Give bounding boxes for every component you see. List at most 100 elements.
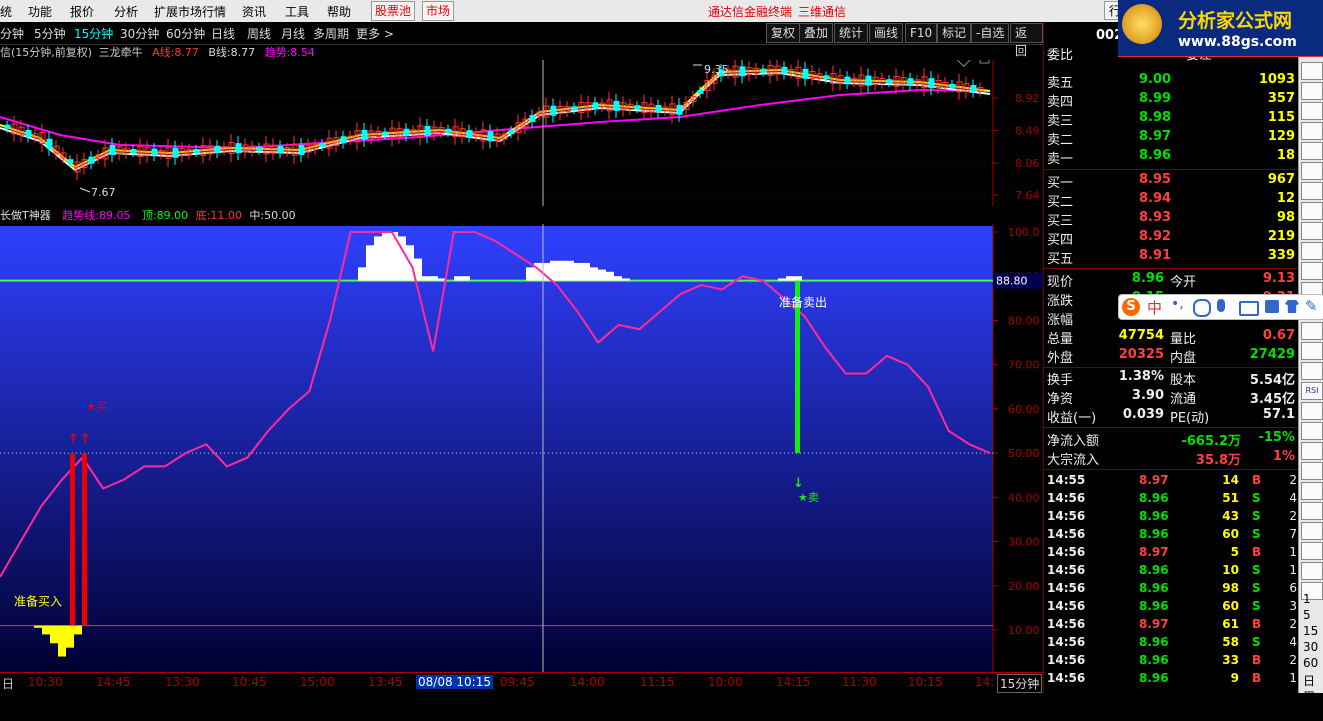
period-tab-0[interactable]: 分钟 — [0, 25, 24, 42]
time-label-7: 09:45 — [500, 675, 535, 689]
mic-icon[interactable] — [1217, 299, 1225, 312]
ime-toolbar[interactable]: S 中 •, ✎ — [1118, 294, 1323, 320]
candle-body — [340, 136, 347, 144]
candle-body — [214, 145, 221, 153]
kline-chart[interactable]: 8.92 8.49 8.06 7.64 9.35 7.67 — [0, 60, 1043, 206]
toolbar-button-4[interactable]: F10 — [905, 23, 938, 43]
tool-icon-20[interactable] — [1301, 462, 1323, 480]
keyboard-icon[interactable] — [1239, 301, 1259, 316]
period-tab-4[interactable]: 60分钟 — [166, 25, 205, 42]
flow-label: 大宗流入 — [1047, 453, 1100, 468]
sogou-icon[interactable]: S — [1122, 298, 1140, 316]
overbought-histogram-bar — [382, 232, 390, 281]
tool-icon-7[interactable] — [1301, 202, 1323, 220]
tool-icon-22[interactable] — [1301, 502, 1323, 520]
period-label[interactable]: 15分钟 — [997, 674, 1043, 693]
period-shortcut-3[interactable]: 30 — [1303, 640, 1318, 654]
tool-icon-15[interactable] — [1301, 362, 1323, 380]
toolbar-button-3[interactable]: 画线 — [869, 23, 904, 43]
candle-body — [697, 90, 704, 94]
overbought-histogram-bar — [794, 276, 802, 281]
tick-direction: S — [1252, 527, 1261, 541]
period-tab-2[interactable]: 15分钟 — [74, 25, 113, 42]
menu-item-5[interactable]: 资讯 — [242, 3, 266, 20]
tool-icon-18[interactable] — [1301, 422, 1323, 440]
tool-icon-14[interactable] — [1301, 342, 1323, 360]
menu-item-6[interactable]: 工具 — [285, 3, 309, 20]
candle-body — [508, 130, 515, 135]
ime-mode-icon[interactable]: 中 — [1147, 297, 1162, 318]
period-shortcut-0[interactable]: 1 — [1303, 592, 1311, 606]
candle-body — [970, 85, 977, 93]
menu-highlight-0[interactable]: 股票池 — [371, 1, 416, 21]
flow-divider — [1044, 427, 1299, 428]
indicator-name[interactable]: 三龙牵牛 — [99, 46, 143, 59]
period-shortcut-5[interactable]: 日 — [1303, 672, 1315, 689]
menu-item-0[interactable]: 统 — [0, 3, 12, 20]
shirt-icon[interactable] — [1285, 300, 1299, 313]
tick-count: 2 — [1289, 653, 1297, 667]
period-shortcut-1[interactable]: 5 — [1303, 608, 1311, 622]
tick-count: 2 — [1289, 509, 1297, 523]
punct-icon[interactable]: •, — [1171, 296, 1184, 312]
indicator-chart[interactable]: 100.090.0080.0070.0060.0050.0040.0030.00… — [0, 224, 1043, 672]
tick-row-7: 14:56 8.96 60 S 3 — [1044, 599, 1299, 617]
tool-icon-6[interactable] — [1301, 182, 1323, 200]
period-tab-5[interactable]: 日线 — [211, 25, 235, 42]
tool-icon-25[interactable] — [1301, 562, 1323, 580]
time-axis: 日 10:30 14:45 13:30 10:45 15:00 13:45 08/08 10:… — [0, 672, 1043, 694]
wrench-icon[interactable]: ✎ — [1305, 297, 1318, 315]
tool-icon-4[interactable] — [1301, 142, 1323, 160]
overbought-histogram-bar — [606, 271, 614, 281]
menu-highlight-1[interactable]: 市场 — [422, 1, 455, 21]
tool-icon-13[interactable] — [1301, 322, 1323, 340]
toolbar-button-0[interactable]: 复权 — [766, 23, 801, 43]
ticks-divider — [1044, 469, 1299, 470]
period-tab-7[interactable]: 月线 — [281, 25, 305, 42]
indicator-title[interactable]: 长做T神器 — [0, 209, 51, 222]
menu-item-3[interactable]: 分析 — [114, 3, 138, 20]
toolbar-button-7[interactable]: 返回 — [1010, 23, 1043, 58]
emoji-icon[interactable] — [1193, 299, 1211, 317]
oversold-histogram-bar — [66, 625, 74, 648]
tool-icon-5[interactable] — [1301, 162, 1323, 180]
tool-icon-21[interactable] — [1301, 482, 1323, 500]
tick-count: 1 — [1289, 545, 1297, 559]
tool-icon-3[interactable] — [1301, 122, 1323, 140]
overbought-histogram-bar — [778, 278, 786, 281]
toolbar-button-6[interactable]: -自选 — [971, 23, 1010, 43]
tool-icon-9[interactable] — [1301, 242, 1323, 260]
tick-volume: 60 — [1222, 599, 1239, 613]
period-tab-9[interactable]: 更多 > — [356, 25, 394, 42]
tool-icon-1[interactable] — [1301, 82, 1323, 100]
skin-icon[interactable] — [1265, 300, 1279, 313]
period-tab-8[interactable]: 多周期 — [313, 25, 349, 42]
period-shortcut-7[interactable]: 月 — [1303, 704, 1315, 721]
tick-direction: S — [1252, 509, 1261, 523]
tool-icon-24[interactable] — [1301, 542, 1323, 560]
period-shortcut-4[interactable]: 60 — [1303, 656, 1318, 670]
ask-row-3-label: 卖二 — [1047, 133, 1074, 148]
menu-item-2[interactable]: 报价 — [70, 3, 94, 20]
tool-icon-23[interactable] — [1301, 522, 1323, 540]
tool-icon-19[interactable] — [1301, 442, 1323, 460]
tool-icon-17[interactable] — [1301, 402, 1323, 420]
tool-icon-0[interactable] — [1301, 62, 1323, 80]
menu-item-1[interactable]: 功能 — [28, 3, 52, 20]
toolbar-button-2[interactable]: 统计 — [834, 23, 869, 43]
tool-icon-10[interactable] — [1301, 262, 1323, 280]
period-tab-1[interactable]: 5分钟 — [34, 25, 66, 42]
menu-item-4[interactable]: 扩展市场行情 — [154, 3, 226, 20]
tick-time: 14:56 — [1047, 599, 1086, 613]
tool-icon-2[interactable] — [1301, 102, 1323, 120]
tool-icon-16[interactable]: RSI — [1301, 382, 1323, 400]
toolbar-button-1[interactable]: 叠加 — [799, 23, 834, 43]
period-tab-3[interactable]: 30分钟 — [120, 25, 159, 42]
period-tab-6[interactable]: 周线 — [247, 25, 271, 42]
tool-icon-8[interactable] — [1301, 222, 1323, 240]
menu-item-7[interactable]: 帮助 — [327, 3, 351, 20]
period-shortcut-6[interactable]: 周 — [1303, 688, 1315, 705]
toolbar-button-5[interactable]: 标记 — [937, 23, 972, 43]
overbought-histogram-bar — [462, 276, 470, 281]
period-shortcut-2[interactable]: 15 — [1303, 624, 1318, 638]
